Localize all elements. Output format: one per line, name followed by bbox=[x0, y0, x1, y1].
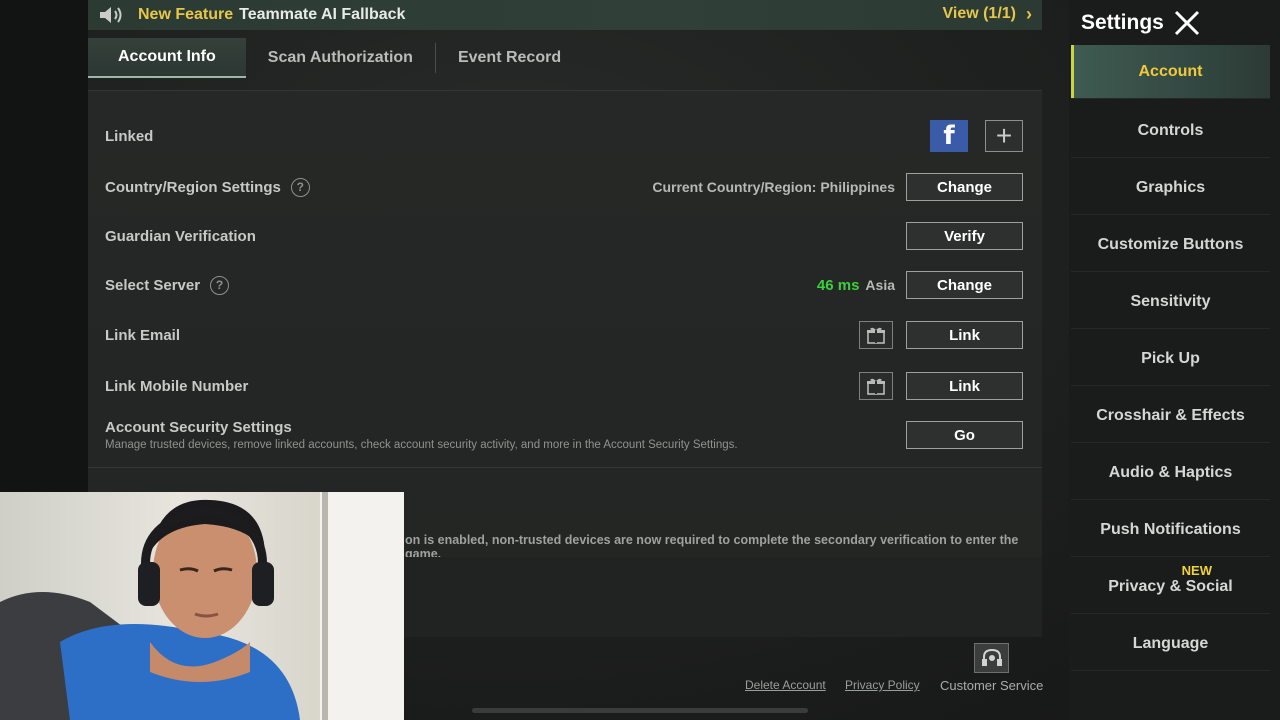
security-go-button[interactable]: Go bbox=[906, 421, 1023, 449]
chevron-right-icon[interactable]: › bbox=[1026, 4, 1032, 25]
gift-icon[interactable] bbox=[859, 372, 893, 400]
server-region: Asia bbox=[865, 277, 895, 293]
webcam-person-image bbox=[0, 492, 404, 720]
linked-row: Linked f + bbox=[105, 119, 1023, 153]
server-label: Select Server bbox=[105, 276, 201, 294]
email-label: Link Email bbox=[105, 326, 181, 344]
customer-service-label[interactable]: Customer Service bbox=[940, 678, 1043, 693]
mobile-label: Link Mobile Number bbox=[105, 377, 249, 395]
mobile-row: Link Mobile Number Link bbox=[105, 372, 1023, 400]
question-icon[interactable]: ? bbox=[210, 275, 230, 295]
announcement-view-link[interactable]: View (1/1) bbox=[942, 5, 1016, 23]
link-mobile-button[interactable]: Link bbox=[906, 372, 1023, 400]
horizontal-scrollbar[interactable] bbox=[472, 708, 808, 713]
sidebar-item-pick-up[interactable]: Pick Up bbox=[1071, 332, 1270, 386]
account-tabs: Account Info Scan Authorization Event Re… bbox=[88, 38, 583, 78]
tab-event-record[interactable]: Event Record bbox=[436, 38, 583, 78]
announcement-message: Teammate AI Fallback bbox=[239, 6, 406, 23]
sidebar-item-label: Privacy & Social bbox=[1108, 577, 1233, 595]
announcement-tag: New Feature bbox=[138, 6, 234, 23]
security-description: Manage trusted devices, remove linked ac… bbox=[105, 439, 738, 451]
email-row: Link Email Link bbox=[105, 321, 1023, 349]
announcement-bar[interactable]: New Feature Teammate AI Fallback View (1… bbox=[88, 0, 1042, 30]
sidebar-item-crosshair[interactable]: Crosshair & Effects bbox=[1071, 389, 1270, 443]
delete-account-link[interactable]: Delete Account bbox=[745, 678, 826, 692]
verify-button[interactable]: Verify bbox=[906, 222, 1023, 250]
settings-title: Settings bbox=[1081, 11, 1164, 34]
sidebar-item-customize-buttons[interactable]: Customize Buttons bbox=[1071, 218, 1270, 272]
server-row: Select Server ? 46 ms Asia Change bbox=[105, 271, 1023, 299]
change-server-button[interactable]: Change bbox=[906, 271, 1023, 299]
linked-label: Linked bbox=[105, 127, 154, 145]
sidebar-item-controls[interactable]: Controls bbox=[1071, 104, 1270, 158]
sidebar-item-graphics[interactable]: Graphics bbox=[1071, 161, 1270, 215]
gift-icon[interactable] bbox=[859, 321, 893, 349]
question-icon[interactable]: ? bbox=[290, 177, 310, 197]
speaker-icon bbox=[100, 7, 122, 23]
tab-scan-authorization[interactable]: Scan Authorization bbox=[246, 38, 435, 78]
country-row: Country/Region Settings ? Current Countr… bbox=[105, 173, 1023, 201]
headset-icon[interactable] bbox=[974, 643, 1009, 673]
sidebar-item-privacy-social[interactable]: NEW Privacy & Social bbox=[1071, 560, 1270, 614]
link-email-button[interactable]: Link bbox=[906, 321, 1023, 349]
webcam-overlay bbox=[0, 492, 404, 720]
facebook-icon[interactable]: f bbox=[930, 120, 968, 152]
sidebar-item-push-notifications[interactable]: Push Notifications bbox=[1071, 503, 1270, 557]
sidebar-item-account[interactable]: Account bbox=[1071, 45, 1270, 99]
new-badge: NEW bbox=[1181, 563, 1212, 578]
add-link-button[interactable]: + bbox=[985, 120, 1023, 152]
server-ping: 46 ms bbox=[816, 276, 860, 294]
section-divider bbox=[88, 467, 1042, 468]
close-icon[interactable] bbox=[1170, 6, 1204, 40]
sidebar-item-language[interactable]: Language bbox=[1071, 617, 1270, 671]
country-label: Country/Region Settings bbox=[105, 178, 281, 196]
guardian-label: Guardian Verification bbox=[105, 227, 256, 245]
privacy-policy-link[interactable]: Privacy Policy bbox=[845, 678, 920, 692]
security-text: Account Security Settings Manage trusted… bbox=[105, 419, 738, 451]
tab-account-info[interactable]: Account Info bbox=[88, 38, 246, 78]
security-label: Account Security Settings bbox=[105, 419, 292, 436]
plus-icon: + bbox=[995, 120, 1013, 151]
sidebar-item-sensitivity[interactable]: Sensitivity bbox=[1071, 275, 1270, 329]
security-row: Account Security Settings Manage trusted… bbox=[105, 415, 1023, 455]
change-country-button[interactable]: Change bbox=[906, 173, 1023, 201]
guardian-row: Guardian Verification Verify bbox=[105, 222, 1023, 250]
sidebar-item-audio[interactable]: Audio & Haptics bbox=[1071, 446, 1270, 500]
current-country: Current Country/Region: Philippines bbox=[652, 179, 895, 195]
